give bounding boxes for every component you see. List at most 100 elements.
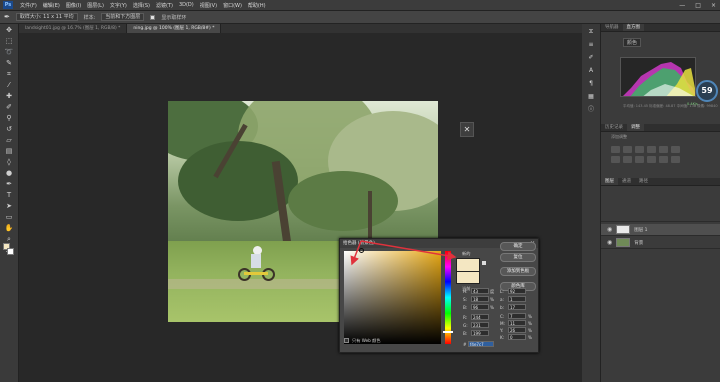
brightness-adj-icon[interactable] xyxy=(611,146,620,153)
tab-landsight[interactable]: landsight01.jpg @ 16.7% (图层 1, RGB/8) * xyxy=(19,24,128,33)
path-select-icon[interactable]: ➤ xyxy=(3,202,15,211)
brush-dock-icon[interactable]: ✐ xyxy=(585,53,597,63)
s-field[interactable]: 18 xyxy=(471,296,489,302)
eraser-tool-icon[interactable]: ▱ xyxy=(3,136,15,145)
menu-filter[interactable]: 滤镜(T) xyxy=(153,2,176,9)
healing-brush-icon[interactable]: ✚ xyxy=(3,92,15,101)
photo-filter-adj-icon[interactable] xyxy=(635,156,644,163)
eyedropper-tool-icon[interactable]: ✒ xyxy=(4,13,10,21)
hand-tool-icon[interactable]: ✋ xyxy=(3,224,15,233)
exposure-adj-icon[interactable] xyxy=(647,146,656,153)
m-field[interactable]: 11 xyxy=(508,320,526,326)
add-to-swatches-button[interactable]: 添加到色板 xyxy=(500,267,536,276)
bw-adj-icon[interactable] xyxy=(623,156,632,163)
history-dock-icon[interactable]: ⧖ xyxy=(585,27,597,37)
reset-button[interactable]: 复位 xyxy=(500,253,536,262)
brush-tool-icon[interactable]: ✐ xyxy=(3,103,15,112)
options-bar: ✒ 取样大小: 11 x 11 平均 样本: 当前和下方图层 显示取样环 xyxy=(0,11,720,24)
close-window-button[interactable]: × xyxy=(711,2,716,9)
g-label: G: xyxy=(463,323,468,328)
type-tool-icon[interactable]: T xyxy=(3,191,15,200)
y-field[interactable]: 26 xyxy=(508,327,526,333)
k-field[interactable]: 0 xyxy=(508,334,526,340)
vibrance-adj-icon[interactable] xyxy=(659,146,668,153)
tool-option-icon[interactable]: ✕ xyxy=(460,122,474,137)
quick-select-tool-icon[interactable]: ✎ xyxy=(3,59,15,68)
menu-select[interactable]: 选择(S) xyxy=(130,2,153,9)
gradient-tool-icon[interactable]: ▤ xyxy=(3,147,15,156)
background-color-swatch[interactable] xyxy=(7,248,14,255)
menu-file[interactable]: 文件(F) xyxy=(17,2,40,9)
color-field-marker[interactable] xyxy=(359,248,364,253)
show-ring-checkbox[interactable] xyxy=(150,14,156,20)
menu-3d[interactable]: 3D(D) xyxy=(176,2,197,8)
l-field[interactable]: 92 xyxy=(508,288,526,294)
tab-adjustments[interactable]: 调整 xyxy=(627,124,644,131)
tab-layers[interactable]: 图层 xyxy=(601,178,618,185)
b-field[interactable]: 96 xyxy=(471,304,489,310)
pen-tool-icon[interactable]: ✒ xyxy=(3,180,15,189)
tab-paths[interactable]: 路径 xyxy=(635,178,652,185)
swatches-dock-icon[interactable]: ▦ xyxy=(585,92,597,102)
marquee-tool-icon[interactable]: ⬚ xyxy=(3,37,15,46)
tab-histogram[interactable]: 直方图 xyxy=(622,24,644,31)
menu-edit[interactable]: 编辑(E) xyxy=(40,2,63,9)
dodge-tool-icon[interactable]: ● xyxy=(3,169,15,178)
mixer-adj-icon[interactable] xyxy=(647,156,656,163)
menu-image[interactable]: 图像(I) xyxy=(63,2,84,9)
curves-adj-icon[interactable] xyxy=(635,146,644,153)
maximize-button[interactable]: □ xyxy=(695,2,701,9)
current-color-swatch[interactable] xyxy=(456,272,480,284)
paragraph-dock-icon[interactable]: ¶ xyxy=(585,79,597,89)
blue-field[interactable]: 199 xyxy=(471,330,489,336)
menu-layer[interactable]: 图层(L) xyxy=(84,2,107,9)
blur-tool-icon[interactable]: ◊ xyxy=(3,158,15,167)
blue-label: B: xyxy=(463,331,468,336)
move-tool-icon[interactable]: ✥ xyxy=(3,26,15,35)
hex-label: # xyxy=(463,342,467,347)
r-field[interactable]: 244 xyxy=(471,314,489,320)
tab-navigator[interactable]: 导航器 xyxy=(601,24,623,31)
hue-slider-handle[interactable] xyxy=(443,331,453,333)
balance-adj-icon[interactable] xyxy=(611,156,620,163)
invert-adj-icon[interactable] xyxy=(671,156,680,163)
saturation-brightness-field[interactable] xyxy=(344,248,441,344)
lookup-adj-icon[interactable] xyxy=(659,156,668,163)
character-dock-icon[interactable]: A xyxy=(585,66,597,76)
levels-adj-icon[interactable] xyxy=(623,146,632,153)
a-field[interactable]: 1 xyxy=(508,296,526,302)
info-dock-icon[interactable]: ⓘ xyxy=(585,105,597,115)
layer-row[interactable]: ◉ 图层 1 xyxy=(601,224,720,236)
layer-row[interactable]: ◉ 背景 xyxy=(601,237,720,249)
eye-icon[interactable]: ◉ xyxy=(607,239,612,246)
g-field[interactable]: 231 xyxy=(471,322,489,328)
hex-field[interactable]: f4e7c7 xyxy=(468,341,494,347)
web-colors-checkbox[interactable] xyxy=(344,338,349,343)
menu-help[interactable]: 帮助(H) xyxy=(245,2,269,9)
properties-dock-icon[interactable]: ≡ xyxy=(585,40,597,50)
lab-b-field[interactable]: 17 xyxy=(508,304,526,310)
h-field[interactable]: 43 xyxy=(471,288,489,294)
warning-cube-icon[interactable] xyxy=(482,261,486,265)
ok-button[interactable]: 确定 xyxy=(500,242,536,251)
lasso-tool-icon[interactable]: ➰ xyxy=(3,48,15,57)
crop-tool-icon[interactable]: ⌗ xyxy=(3,70,15,79)
eyedropper-icon[interactable]: ⁄ xyxy=(3,81,15,90)
tab-history[interactable]: 历史记录 xyxy=(601,124,627,131)
minimize-button[interactable]: — xyxy=(679,2,685,9)
menu-view[interactable]: 视图(V) xyxy=(197,2,220,9)
stamp-tool-icon[interactable]: ⚲ xyxy=(3,114,15,123)
history-brush-icon[interactable]: ↺ xyxy=(3,125,15,134)
tab-channels[interactable]: 通道 xyxy=(618,178,635,185)
tab-ning[interactable]: ning.jpg @ 100% (图层 1, RGB/8#) * xyxy=(127,24,222,33)
eye-icon[interactable]: ◉ xyxy=(607,226,612,233)
menu-type[interactable]: 文字(Y) xyxy=(107,2,130,9)
sample-layers-select[interactable]: 当前和下方图层 xyxy=(101,13,145,21)
menu-window[interactable]: 窗口(W) xyxy=(220,2,245,9)
histogram-channel-select[interactable]: 颜色 xyxy=(623,38,642,47)
hue-slider[interactable] xyxy=(443,251,453,344)
hue-adj-icon[interactable] xyxy=(671,146,680,153)
shape-tool-icon[interactable]: ▭ xyxy=(3,213,15,222)
c-field[interactable]: 7 xyxy=(508,313,526,319)
sample-size-select[interactable]: 取样大小: 11 x 11 平均 xyxy=(15,13,78,21)
